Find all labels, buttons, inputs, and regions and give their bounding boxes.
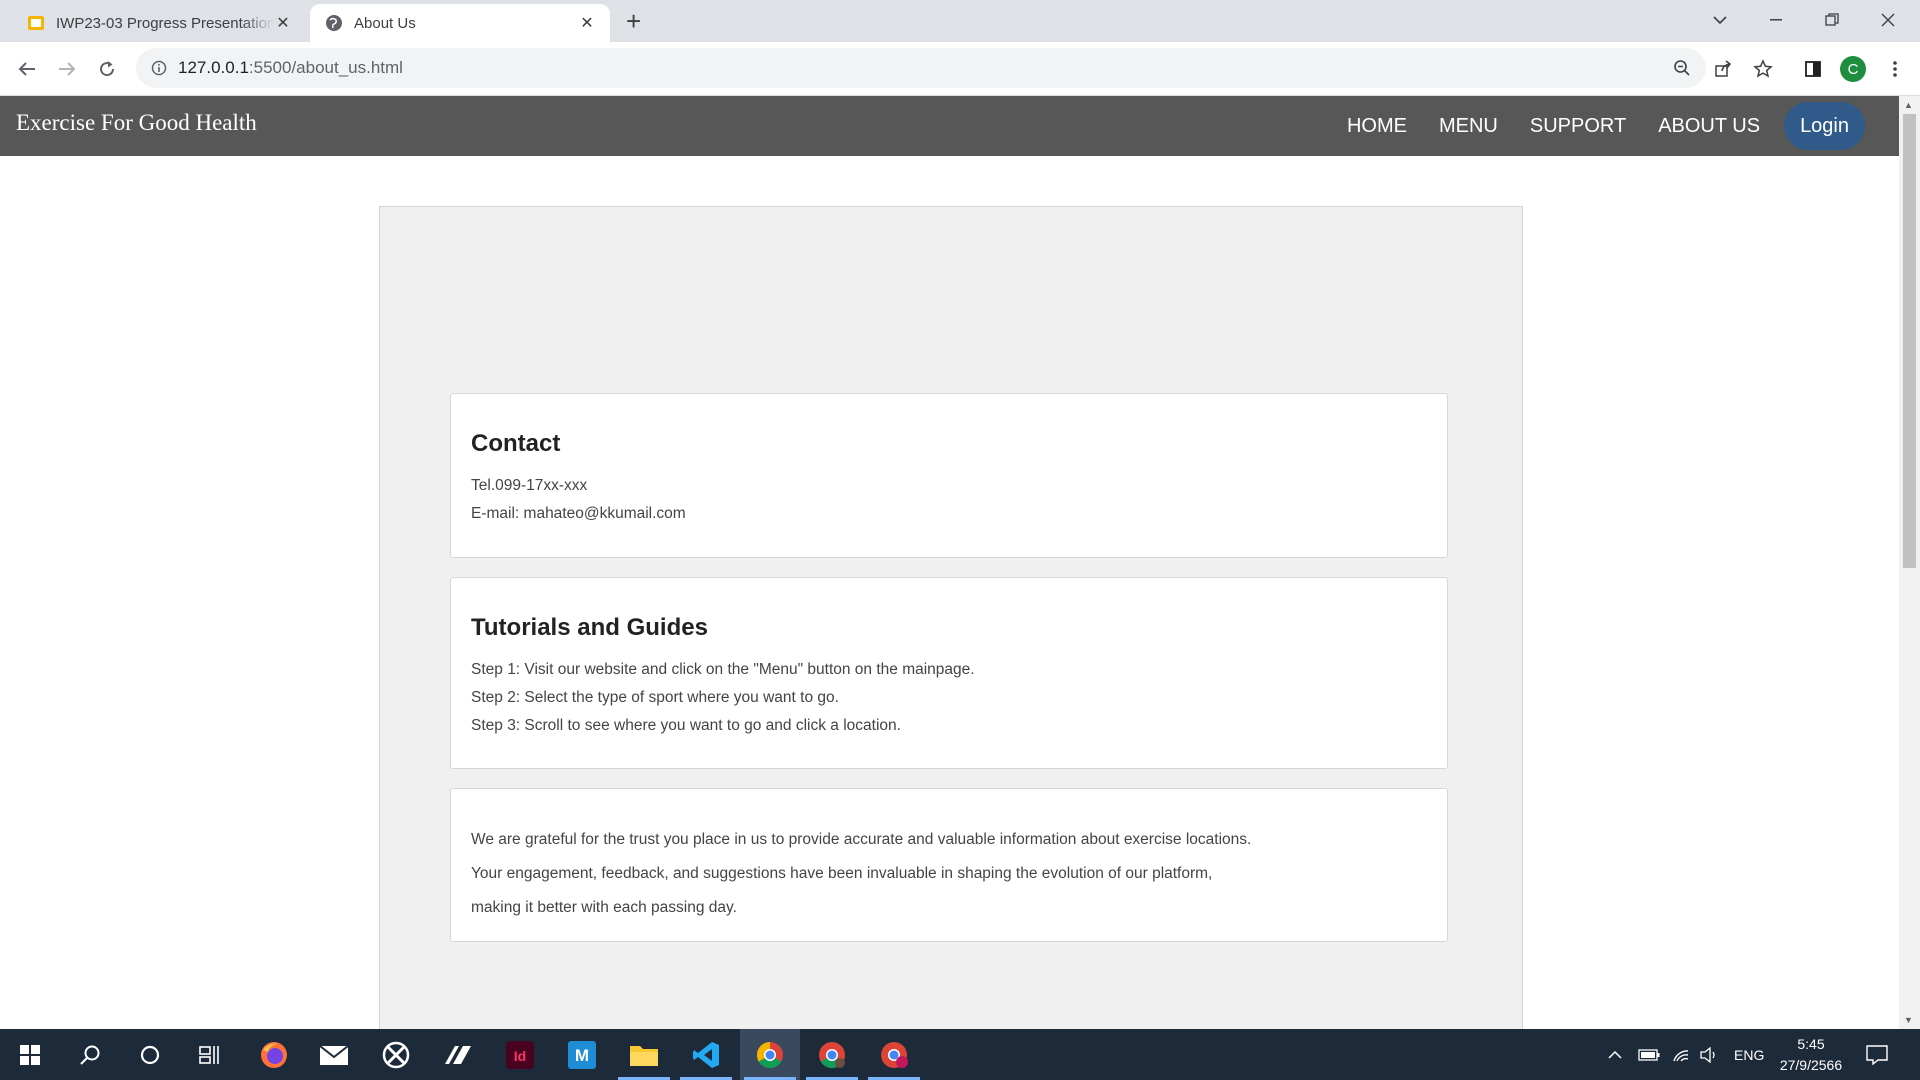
back-button[interactable]	[13, 55, 41, 83]
browser-tabstrip: IWP23-03 Progress Presentation ✕ About U…	[0, 0, 1920, 42]
notification-center-icon[interactable]	[1866, 1029, 1888, 1080]
contact-card: Contact Tel.099-17xx-xxx E-mail: mahateo…	[450, 393, 1448, 558]
share-icon[interactable]	[1708, 54, 1738, 84]
chrome-icon[interactable]	[740, 1029, 800, 1080]
tab-title: About Us	[354, 14, 416, 32]
thanks-line: making it better with each passing day.	[471, 899, 737, 916]
tab-search-icon[interactable]	[1692, 0, 1748, 40]
file-explorer-icon[interactable]	[614, 1029, 674, 1080]
tutorials-heading: Tutorials and Guides	[471, 614, 708, 641]
vscode-icon[interactable]	[676, 1029, 736, 1080]
site-navbar: Exercise For Good Health HOME MENU SUPPO…	[0, 96, 1899, 156]
windows-taskbar: Id M ENG 5:45 27/9/2566	[0, 1029, 1920, 1080]
tray-overflow-icon[interactable]	[1608, 1029, 1622, 1080]
url-path: :5500/about_us.html	[248, 58, 403, 77]
clock-date: 27/9/2566	[1779, 1057, 1843, 1073]
address-bar[interactable]: 127.0.0.1:5500/about_us.html	[136, 48, 1706, 88]
autodesk-icon[interactable]	[428, 1029, 488, 1080]
chrome-notification-icon[interactable]	[864, 1029, 924, 1080]
site-info-icon[interactable]	[148, 57, 170, 79]
close-icon[interactable]: ✕	[274, 13, 292, 33]
scroll-down-icon[interactable]: ▼	[1904, 1015, 1913, 1025]
tutorial-step: Step 2: Select the type of sport where y…	[471, 689, 839, 706]
cortana-icon[interactable]	[120, 1029, 180, 1080]
nav-about-us-link[interactable]: ABOUT US	[1658, 115, 1760, 138]
system-clock[interactable]: 5:45 27/9/2566	[1762, 1034, 1860, 1076]
slides-icon	[28, 16, 44, 30]
firefox-icon[interactable]	[244, 1029, 304, 1080]
url-host: 127.0.0.1	[178, 58, 249, 77]
mendeley-icon[interactable]: M	[552, 1029, 612, 1080]
thanks-line: Your engagement, feedback, and suggestio…	[471, 865, 1213, 882]
login-button[interactable]: Login	[1784, 102, 1865, 150]
windows-start-icon[interactable]	[0, 1029, 60, 1080]
chrome-profile-icon[interactable]	[802, 1029, 862, 1080]
tutorial-step: Step 1: Visit our website and click on t…	[471, 661, 975, 678]
xbox-icon[interactable]	[366, 1029, 426, 1080]
close-icon[interactable]: ✕	[578, 13, 596, 33]
more-menu-icon[interactable]	[1880, 54, 1910, 84]
side-panel-icon[interactable]	[1798, 54, 1828, 84]
tab-progress-presentation[interactable]: IWP23-03 Progress Presentation ✕	[12, 4, 306, 42]
thanks-line: We are grateful for the trust you place …	[471, 831, 1252, 848]
new-tab-button[interactable]: +	[626, 8, 641, 34]
nav-home-link[interactable]: HOME	[1347, 115, 1407, 138]
page-viewport: Exercise For Good Health HOME MENU SUPPO…	[0, 96, 1899, 1029]
scroll-up-icon[interactable]: ▲	[1904, 100, 1913, 110]
minimize-button[interactable]	[1748, 0, 1804, 40]
volume-icon[interactable]	[1700, 1029, 1718, 1080]
contact-email: E-mail: mahateo@kkumail.com	[471, 505, 686, 522]
contact-tel: Tel.099-17xx-xxx	[471, 477, 588, 494]
page-scrollbar[interactable]: ▲ ▼	[1899, 96, 1920, 1029]
wifi-icon[interactable]	[1672, 1029, 1690, 1080]
language-indicator[interactable]: ENG	[1734, 1029, 1764, 1080]
indesign-label: Id	[514, 1048, 526, 1064]
profile-avatar[interactable]: C	[1838, 54, 1868, 84]
restore-button[interactable]	[1804, 0, 1860, 40]
mendeley-label: M	[575, 1046, 589, 1065]
zoom-icon[interactable]	[1670, 56, 1694, 80]
tutorials-card: Tutorials and Guides Step 1: Visit our w…	[450, 577, 1448, 769]
scrollbar-thumb[interactable]	[1903, 114, 1916, 568]
content-container: Contact Tel.099-17xx-xxx E-mail: mahateo…	[379, 206, 1523, 1029]
nav-links: HOME MENU SUPPORT ABOUT US Login	[1347, 96, 1899, 156]
battery-icon[interactable]	[1638, 1029, 1660, 1080]
site-brand[interactable]: Exercise For Good Health	[16, 110, 257, 136]
nav-support-link[interactable]: SUPPORT	[1530, 115, 1626, 138]
browser-toolbar: 127.0.0.1:5500/about_us.html C	[0, 42, 1920, 96]
contact-heading: Contact	[471, 430, 561, 457]
url-text: 127.0.0.1:5500/about_us.html	[178, 58, 403, 78]
task-view-icon[interactable]	[180, 1029, 240, 1080]
avatar: C	[1840, 56, 1866, 82]
tab-title: IWP23-03 Progress Presentation	[56, 14, 274, 32]
thanks-card: We are grateful for the trust you place …	[450, 788, 1448, 942]
clock-time: 5:45	[1797, 1036, 1825, 1052]
search-icon[interactable]	[60, 1029, 120, 1080]
bookmark-star-icon[interactable]	[1748, 54, 1778, 84]
reload-button[interactable]	[93, 55, 121, 83]
tab-about-us[interactable]: About Us ✕	[310, 4, 610, 42]
indesign-icon[interactable]: Id	[490, 1029, 550, 1080]
tutorial-step: Step 3: Scroll to see where you want to …	[471, 717, 901, 734]
globe-icon	[326, 15, 342, 31]
forward-button[interactable]	[53, 55, 81, 83]
close-window-button[interactable]	[1860, 0, 1916, 40]
nav-menu-link[interactable]: MENU	[1439, 115, 1498, 138]
mail-icon[interactable]	[304, 1029, 364, 1080]
